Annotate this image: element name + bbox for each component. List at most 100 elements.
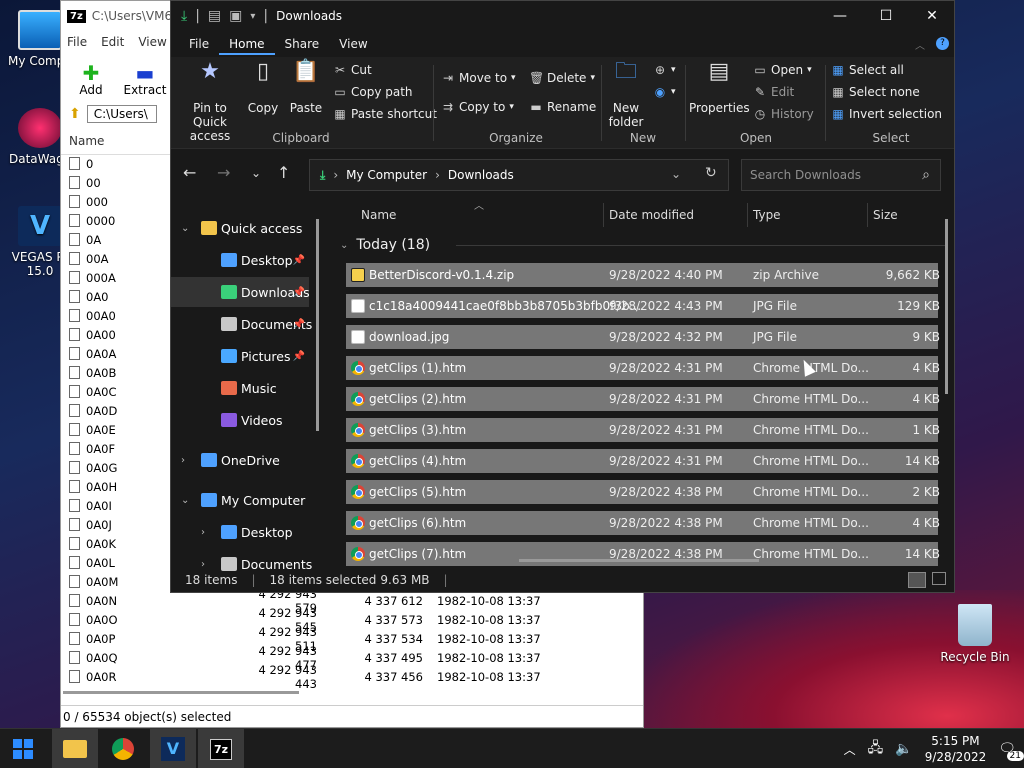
details-view-icon[interactable] — [908, 572, 926, 588]
nav-item-my-computer[interactable]: ⌄ My Computer — [171, 485, 309, 515]
properties-quick-icon[interactable]: ▤ — [208, 8, 221, 24]
column-separator[interactable] — [603, 203, 604, 227]
taskbar-chrome[interactable] — [100, 729, 146, 768]
move-to-button[interactable]: ⇥ Move to ▾ — [441, 71, 516, 85]
column-separator[interactable] — [867, 203, 868, 227]
breadcrumb-downloads[interactable]: Downloads — [448, 168, 514, 182]
new-folder-quick-icon[interactable]: ▣ — [229, 8, 242, 24]
file-row[interactable]: getClips (4).htm 9/28/2022 4:31 PM Chrome … — [346, 449, 940, 473]
breadcrumb-my-computer[interactable]: My Computer — [346, 168, 427, 182]
back-arrow-icon[interactable]: ← — [183, 163, 196, 182]
address-dropdown-icon[interactable]: ⌄ — [671, 167, 681, 181]
file-row[interactable]: getClips (5).htm 9/28/2022 4:38 PM Chrome … — [346, 480, 940, 504]
history-button[interactable]: ◷ History — [753, 107, 814, 121]
copy-to-button[interactable]: ⇉ Copy to ▾ — [441, 100, 514, 114]
select-none-button[interactable]: ▦ Select none — [831, 85, 919, 99]
column-type[interactable]: Type — [753, 208, 781, 222]
nav-item-desktop[interactable]: › Desktop — [171, 517, 309, 547]
file-row[interactable]: getClips (3).htm 9/28/2022 4:31 PM Chrome … — [346, 418, 940, 442]
file-row[interactable]: BetterDiscord-v0.1.4.zip 9/28/2022 4:40 P… — [346, 263, 940, 287]
chevron-up-icon[interactable]: ︿ — [844, 741, 856, 758]
forward-arrow-icon[interactable]: → — [217, 163, 230, 182]
help-icon[interactable]: ? — [936, 37, 949, 50]
tab-file[interactable]: File — [179, 35, 219, 55]
chevron-right-icon[interactable]: › — [181, 455, 185, 466]
paste-shortcut-button[interactable]: ▦ Paste shortcut — [333, 107, 437, 121]
sevenzip-menu-view[interactable]: View — [138, 35, 166, 49]
network-icon[interactable]: 🖧 — [868, 737, 884, 761]
file-list-vertical-scrollbar[interactable] — [945, 219, 948, 394]
search-input[interactable]: Search Downloads ⌕ — [741, 159, 941, 191]
easy-access-button[interactable]: ◉ ▾ — [653, 85, 676, 99]
sevenzip-file-row[interactable]: 0A0N 4 292 943 579 4 337 612 1982-10-08 13:… — [61, 587, 645, 615]
collapse-ribbon-icon[interactable]: ︿ — [915, 37, 925, 52]
sevenzip-add-button[interactable]: ✚ Add — [69, 61, 113, 97]
sevenzip-file-row[interactable]: 0A0Q 4 292 943 477 4 337 495 1982-10-08 13:… — [61, 644, 645, 672]
up-folder-icon[interactable]: ⬆ — [69, 106, 81, 122]
sevenzip-file-row[interactable]: 0A0R 4 292 943 443 4 337 456 1982-10-08 13:… — [61, 663, 645, 691]
taskbar-7zip[interactable]: 7z — [198, 729, 244, 768]
nav-item-desktop[interactable]: Desktop 📌 — [171, 245, 309, 275]
chevron-right-icon[interactable]: › — [201, 527, 205, 538]
column-size[interactable]: Size — [873, 208, 898, 222]
nav-item-pictures[interactable]: Pictures 📌 — [171, 341, 309, 371]
taskbar-file-explorer[interactable] — [52, 729, 98, 768]
nav-item-onedrive[interactable]: › OneDrive — [171, 445, 309, 475]
column-name[interactable]: Name — [361, 208, 396, 222]
properties-button[interactable]: ▤ Properties — [689, 61, 750, 116]
notification-center-icon[interactable]: 🗨 21 — [998, 741, 1024, 761]
volume-icon[interactable]: 🔈 — [895, 741, 912, 757]
chevron-down-icon[interactable]: ▾ — [250, 11, 255, 22]
explorer-window[interactable]: ⤓ | ▤ ▣ ▾ | Downloads — ☐ ✕ File Home Sh… — [170, 0, 955, 593]
file-row[interactable]: c1c18a4009441cae0f8bb3b8705b3bfb0f3b... 9… — [346, 294, 940, 318]
file-row[interactable]: download.jpg 9/28/2022 4:32 PM JPG File 9 K… — [346, 325, 940, 349]
new-folder-button[interactable]: 🗀 New folder — [603, 61, 649, 130]
file-list-horizontal-scrollbar[interactable] — [519, 559, 759, 562]
open-button[interactable]: ▭ Open ▾ — [753, 63, 811, 77]
invert-selection-button[interactable]: ▦ Invert selection — [831, 107, 942, 121]
paste-button[interactable]: 📋 Paste — [287, 61, 325, 116]
sevenzip-address-input[interactable]: C:\Users\ — [86, 105, 157, 123]
file-row[interactable]: getClips (2).htm 9/28/2022 4:31 PM Chrome … — [346, 387, 940, 411]
edit-button[interactable]: ✎ Edit — [753, 85, 794, 99]
navigation-pane-scrollbar[interactable] — [316, 219, 319, 431]
start-button[interactable] — [0, 729, 46, 768]
nav-item-quick-access[interactable]: ⌄ Quick access — [171, 213, 309, 243]
tab-share[interactable]: Share — [275, 35, 330, 55]
sevenzip-file-row[interactable]: 0A0O 4 292 943 545 4 337 573 1982-10-08 13:… — [61, 606, 645, 634]
select-all-button[interactable]: ▦ Select all — [831, 63, 904, 77]
cut-button[interactable]: ✂ Cut — [333, 63, 372, 77]
sevenzip-file-row[interactable]: 0A0P 4 292 943 511 4 337 534 1982-10-08 13:… — [61, 625, 645, 653]
maximize-button[interactable]: ☐ — [863, 1, 909, 31]
column-separator[interactable] — [747, 203, 748, 227]
group-header-today[interactable]: ⌄ Today (18) — [340, 237, 946, 253]
minimize-button[interactable]: — — [817, 1, 863, 31]
rename-button[interactable]: ▬ Rename — [529, 100, 596, 114]
delete-button[interactable]: 🗑 Delete ▾ — [529, 71, 595, 85]
address-bar[interactable]: ⤓ › My Computer › Downloads — [309, 159, 729, 191]
close-button[interactable]: ✕ — [909, 1, 955, 31]
chevron-down-icon[interactable]: ⌄ — [181, 495, 189, 506]
nav-item-documents[interactable]: Documents 📌 — [171, 309, 312, 339]
clock[interactable]: 5:15 PM 9/28/2022 — [925, 733, 987, 765]
sevenzip-menu-edit[interactable]: Edit — [101, 35, 124, 49]
taskbar-vegas[interactable]: V — [150, 729, 196, 768]
file-row[interactable]: getClips (7).htm 9/28/2022 4:38 PM Chrome … — [346, 542, 940, 566]
file-row[interactable]: getClips (1).htm 9/28/2022 4:31 PM Chrome … — [346, 356, 940, 380]
chevron-down-icon[interactable]: ⌄ — [181, 223, 189, 234]
recent-locations-icon[interactable]: ⌄ — [251, 166, 261, 180]
large-icons-view-icon[interactable] — [932, 572, 946, 585]
sevenzip-horizontal-scrollbar[interactable] — [63, 691, 299, 694]
desktop-icon-recycle-bin[interactable]: Recycle Bin — [935, 604, 1015, 664]
nav-item-downloads[interactable]: Downloads 📌 — [171, 277, 310, 307]
nav-item-videos[interactable]: Videos — [171, 405, 309, 435]
nav-item-music[interactable]: Music — [171, 373, 309, 403]
copy-button[interactable]: ▯ Copy — [245, 61, 281, 116]
tab-view[interactable]: View — [329, 35, 377, 55]
up-arrow-icon[interactable]: ↑ — [277, 163, 290, 182]
tab-home[interactable]: Home — [219, 35, 275, 55]
file-row[interactable]: getClips (6).htm 9/28/2022 4:38 PM Chrome … — [346, 511, 940, 535]
refresh-icon[interactable]: ↻ — [705, 165, 717, 181]
sevenzip-menu-file[interactable]: File — [67, 35, 87, 49]
sevenzip-extract-button[interactable]: ▬ Extract — [123, 61, 167, 97]
